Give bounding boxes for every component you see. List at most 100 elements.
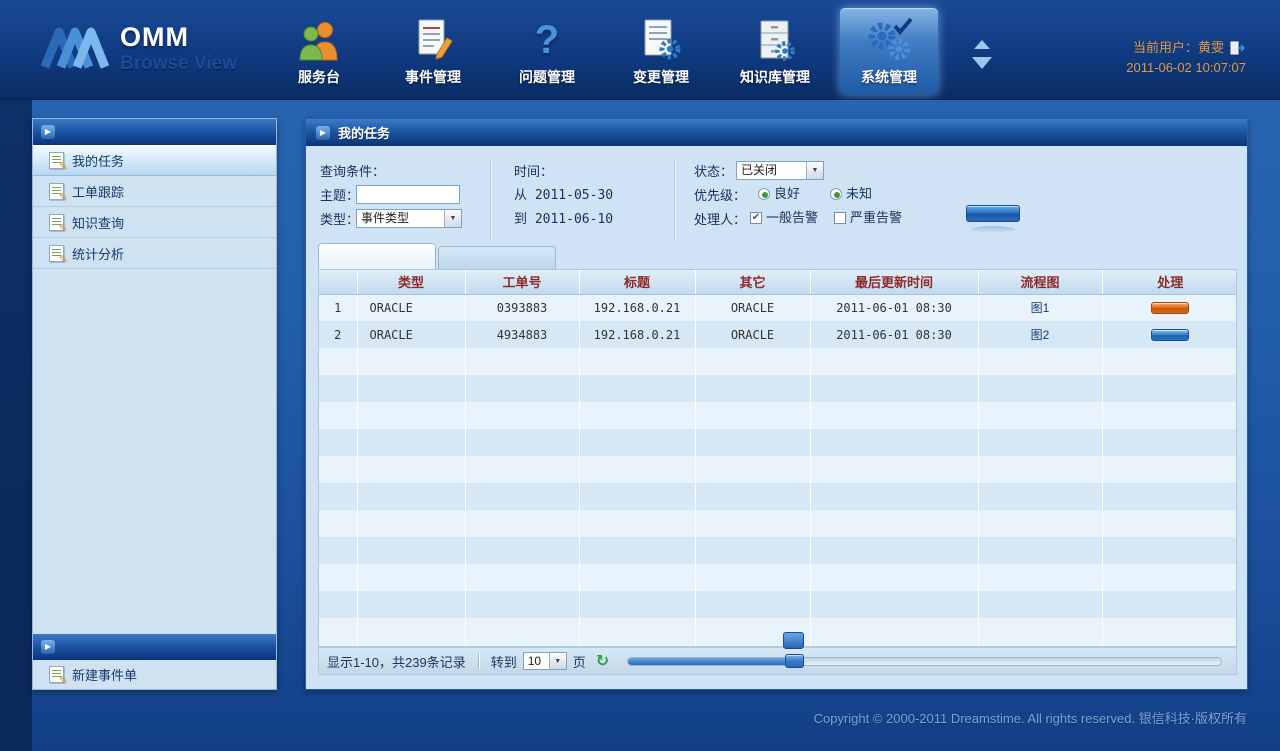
type-dropdown-arrow-icon[interactable]: ▼	[444, 210, 461, 227]
query-conditions-label: 查询条件：	[320, 163, 385, 180]
main-panel: ▶ 我的任务 查询条件： 主题： 类型： 事件类型 ▼ 时间： 从 2011-0…	[305, 118, 1248, 690]
checkbox-checked-icon[interactable]: ✔	[750, 212, 762, 224]
nav-system-mgmt-label: 系统管理	[840, 67, 938, 87]
scroll-up-icon[interactable]	[974, 40, 990, 49]
col-action[interactable]: 处理	[1102, 270, 1237, 294]
col-flow[interactable]: 流程图	[978, 270, 1102, 294]
task-doc-icon	[49, 245, 64, 262]
table-row-empty[interactable]	[319, 456, 1237, 483]
nav-service-desk[interactable]: 服务台	[270, 8, 368, 94]
app-logo: OMM Browse View	[40, 22, 237, 75]
slider-bubble	[783, 632, 804, 649]
table-row-empty[interactable]	[319, 564, 1237, 591]
query-button[interactable]	[966, 205, 1020, 222]
page-size-dropdown-arrow-icon[interactable]: ▼	[549, 653, 566, 669]
col-title[interactable]: 标题	[579, 270, 695, 294]
subject-input[interactable]	[356, 185, 460, 204]
table-row-empty[interactable]	[319, 537, 1237, 564]
handler-general-checkbox[interactable]: ✔ 一般告警	[750, 210, 818, 225]
table-row-empty[interactable]	[319, 429, 1237, 456]
table-row-empty[interactable]	[319, 591, 1237, 618]
sidebar-item-statistics[interactable]: 统计分析	[33, 238, 276, 269]
logout-icon[interactable]	[1230, 41, 1246, 55]
slider-handle[interactable]	[785, 654, 804, 668]
priority-unknown-label: 未知	[846, 186, 872, 201]
refresh-icon[interactable]: ↻	[596, 651, 609, 671]
status-select[interactable]: 已关闭 ▼	[736, 161, 824, 180]
sidebar-item-knowledge-query[interactable]: 知识查询	[33, 207, 276, 238]
tab-2[interactable]	[438, 246, 556, 269]
nav-change-mgmt-label: 变更管理	[612, 67, 710, 87]
table-row-empty[interactable]	[319, 375, 1237, 402]
time-label: 时间：	[514, 163, 553, 180]
nav-knowledge-mgmt-label: 知识库管理	[726, 67, 824, 87]
col-type[interactable]: 类型	[357, 270, 465, 294]
table-row[interactable]: 2 ORACLE 4934883 192.168.0.21 ORACLE 201…	[319, 321, 1237, 348]
table-row-empty[interactable]	[319, 402, 1237, 429]
page-size-select[interactable]: 10 ▼	[523, 652, 567, 670]
cell-action	[1102, 321, 1237, 348]
time-from-value: 从 2011-05-30	[514, 187, 613, 204]
sidebar-item-new-incident[interactable]: 新建事件单	[33, 660, 276, 689]
app-subtitle: Browse View	[120, 53, 237, 75]
sidebar-item-label: 知识查询	[72, 213, 124, 232]
radio-icon[interactable]	[830, 188, 842, 200]
sidebar-header: ▶	[33, 119, 276, 145]
cell-title: 192.168.0.21	[579, 294, 695, 321]
sidebar-item-order-tracking[interactable]: 工单跟踪	[33, 176, 276, 207]
table-row-empty[interactable]	[319, 483, 1237, 510]
flow-diagram-link[interactable]: 图2	[1031, 328, 1050, 342]
priority-label: 优先级：	[694, 187, 746, 204]
col-other[interactable]: 其它	[695, 270, 810, 294]
time-to-value: 到 2011-06-10	[514, 211, 613, 228]
results-table: 类型 工单号 标题 其它 最后更新时间 流程图 处理 1 ORACLE 0393…	[319, 270, 1237, 645]
tab-1[interactable]	[318, 243, 436, 269]
nav-incident-mgmt-label: 事件管理	[384, 67, 482, 87]
page-size-value: 10	[524, 653, 549, 669]
status-select-value: 已关闭	[737, 162, 806, 179]
checkbox-unchecked-icon[interactable]	[834, 212, 846, 224]
task-doc-icon	[49, 183, 64, 200]
col-updated[interactable]: 最后更新时间	[810, 270, 978, 294]
radio-icon[interactable]	[758, 188, 770, 200]
cell-other: ORACLE	[695, 321, 810, 348]
priority-good-radio[interactable]: 良好	[758, 186, 800, 201]
table-row[interactable]: 1 ORACLE 0393883 192.168.0.21 ORACLE 201…	[319, 294, 1237, 321]
type-select[interactable]: 事件类型 ▼	[356, 209, 462, 228]
handle-button[interactable]	[1151, 302, 1189, 314]
goto-label: 转到	[491, 652, 517, 671]
page-slider[interactable]	[627, 657, 1222, 666]
table-row-empty[interactable]	[319, 348, 1237, 375]
main-nav: 服务台 事件管理 ? 问题管理	[270, 8, 938, 94]
sidebar-bottom-header: ▶	[33, 634, 276, 660]
status-dropdown-arrow-icon[interactable]: ▼	[806, 162, 823, 179]
priority-good-label: 良好	[774, 186, 800, 201]
sidebar-item-label: 新建事件单	[72, 665, 137, 684]
nav-problem-mgmt[interactable]: ? 问题管理	[498, 8, 596, 94]
sidebar-item-label: 我的任务	[72, 151, 124, 170]
col-order-no[interactable]: 工单号	[465, 270, 579, 294]
subject-label: 主题：	[320, 187, 359, 204]
priority-unknown-radio[interactable]: 未知	[830, 186, 872, 201]
handle-button[interactable]	[1151, 329, 1189, 341]
nav-scroll-arrows[interactable]	[972, 40, 992, 69]
cell-action	[1102, 294, 1237, 321]
nav-incident-mgmt[interactable]: 事件管理	[384, 8, 482, 94]
handler-severe-checkbox[interactable]: 严重告警	[834, 210, 902, 225]
table-row-empty[interactable]	[319, 510, 1237, 537]
incident-mgmt-icon	[384, 12, 482, 62]
panel-title: 我的任务	[338, 123, 390, 142]
pager-divider	[478, 653, 479, 669]
scroll-down-icon[interactable]	[972, 57, 992, 69]
cell-flow: 图2	[978, 321, 1102, 348]
nav-system-mgmt[interactable]: 系统管理	[840, 8, 938, 94]
app-header: OMM Browse View 服务台	[0, 0, 1280, 100]
sidebar-item-my-tasks[interactable]: 我的任务	[33, 145, 276, 176]
page-unit-label: 页	[573, 652, 586, 671]
cell-other: ORACLE	[695, 294, 810, 321]
cell-order-no: 0393883	[465, 294, 579, 321]
nav-knowledge-mgmt[interactable]: 知识库管理	[726, 8, 824, 94]
table-row-empty[interactable]	[319, 618, 1237, 645]
flow-diagram-link[interactable]: 图1	[1031, 301, 1050, 315]
nav-change-mgmt[interactable]: 变更管理	[612, 8, 710, 94]
